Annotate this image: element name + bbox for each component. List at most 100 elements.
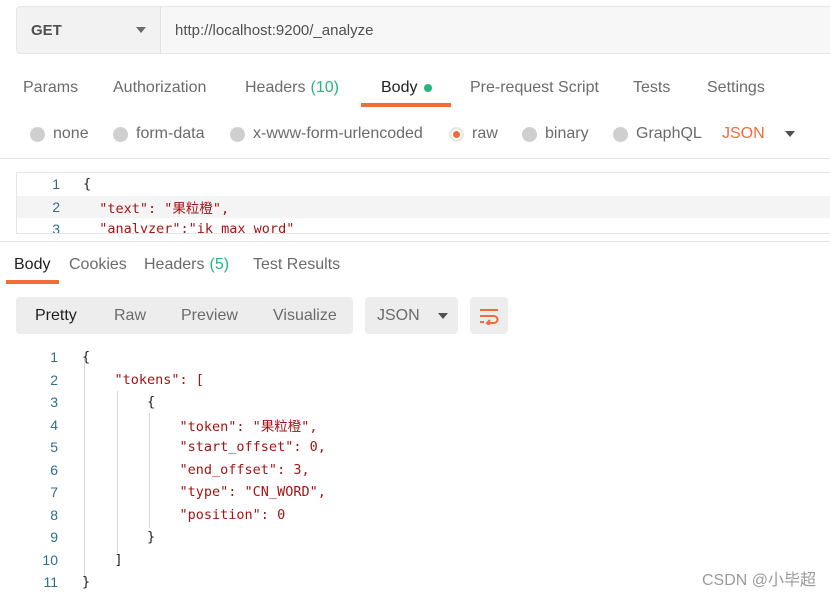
radio-label: GraphQL <box>636 125 702 142</box>
line-number: 10 <box>42 551 58 568</box>
tab-label: Tests <box>633 79 671 96</box>
code-text: "token": "果粒橙", <box>82 418 318 435</box>
active-tab-indicator <box>361 103 451 107</box>
line-number: 11 <box>43 574 58 591</box>
radio-icon <box>30 126 45 142</box>
response-tabs: Body Cookies Headers (5) Test Results <box>0 246 830 284</box>
tab-headers[interactable]: Headers (10) <box>245 66 339 110</box>
radio-label: none <box>53 125 89 142</box>
line-number: 1 <box>52 176 60 193</box>
code-line: 2 "tokens": [ <box>0 369 830 392</box>
tab-response-headers[interactable]: Headers (5) <box>144 246 229 284</box>
tab-label: Cookies <box>69 256 127 273</box>
tab-label: Params <box>23 79 79 96</box>
tab-tests[interactable]: Tests <box>633 66 670 110</box>
radio-none[interactable]: none <box>30 114 89 154</box>
divider <box>0 241 830 242</box>
tab-label: Body <box>14 256 51 273</box>
wrap-lines-icon <box>480 308 499 325</box>
request-url-bar: GET http://localhost:9200/_analyze <box>16 6 830 54</box>
view-raw-button[interactable]: Raw <box>114 297 146 334</box>
code-text: { <box>82 394 156 411</box>
tab-label: Headers <box>245 79 306 96</box>
tab-authorization[interactable]: Authorization <box>113 66 206 110</box>
url-input[interactable]: http://localhost:9200/_analyze <box>161 7 830 53</box>
radio-form-data[interactable]: form-data <box>113 114 204 154</box>
headers-count: (10) <box>310 79 339 96</box>
tab-label: Body <box>381 79 418 96</box>
line-number: 8 <box>50 506 58 523</box>
divider <box>0 158 830 159</box>
tab-settings[interactable]: Settings <box>707 66 765 110</box>
radio-x-www-form-urlencoded[interactable]: x-www-form-urlencoded <box>230 114 423 154</box>
raw-language-select[interactable]: JSON <box>722 114 795 154</box>
code-text: "text": "果粒橙", <box>83 200 230 217</box>
line-number: 7 <box>50 484 58 501</box>
radio-icon <box>522 126 537 142</box>
tab-label: Pre-request Script <box>470 79 599 96</box>
radio-binary[interactable]: binary <box>522 114 589 154</box>
line-number: 9 <box>50 529 58 546</box>
code-line: 2 "text": "果粒橙", <box>17 195 830 218</box>
code-line: 6 "end_offset": 3, <box>0 459 830 482</box>
wrap-lines-button[interactable] <box>470 297 508 334</box>
watermark: CSDN @小毕超 <box>701 572 816 589</box>
code-line: 8 "position": 0 <box>0 504 830 527</box>
body-type-options: none form-data x-www-form-urlencoded raw… <box>0 114 830 154</box>
code-text: { <box>82 349 91 366</box>
view-pretty-button[interactable]: Pretty <box>35 297 77 334</box>
tab-pre-request-script[interactable]: Pre-request Script <box>470 66 599 110</box>
code-line: 3 { <box>0 391 830 414</box>
code-line: 1 { <box>17 173 830 196</box>
tab-label: Headers <box>144 256 205 273</box>
code-line: 3 "analyzer":"ik_max_word" <box>17 218 830 234</box>
tab-label: Test Results <box>253 256 341 273</box>
view-preview-button[interactable]: Preview <box>181 297 238 334</box>
view-mode-group: Pretty Raw Preview Visualize <box>16 297 353 334</box>
chevron-down-icon <box>784 131 795 137</box>
tab-test-results[interactable]: Test Results <box>253 246 340 284</box>
code-text: "analyzer":"ik_max_word" <box>83 221 295 234</box>
headers-count: (5) <box>209 256 230 273</box>
radio-graphql[interactable]: GraphQL <box>613 114 702 154</box>
radio-label: form-data <box>136 125 205 142</box>
line-number: 6 <box>50 461 58 478</box>
radio-selected-icon <box>449 126 464 142</box>
code-line: 7 "type": "CN_WORD", <box>0 481 830 504</box>
radio-icon <box>230 126 245 142</box>
tab-label: Authorization <box>113 79 207 96</box>
response-language-label: JSON <box>377 306 420 324</box>
radio-raw[interactable]: raw <box>449 114 498 154</box>
response-language-select[interactable]: JSON <box>365 297 458 334</box>
code-line: 9 } <box>0 526 830 549</box>
radio-icon <box>613 126 628 142</box>
request-body-editor[interactable]: 1 { 2 "text": "果粒橙", 3 "analyzer":"ik_ma… <box>16 172 830 234</box>
code-text: "tokens": [ <box>82 371 204 388</box>
code-text: "position": 0 <box>82 506 286 523</box>
status-dot-icon <box>424 84 433 92</box>
code-line: 4 "token": "果粒橙", <box>0 414 830 437</box>
chevron-down-icon <box>136 27 146 33</box>
code-text: "end_offset": 3, <box>82 461 310 478</box>
line-number: 4 <box>50 416 58 433</box>
radio-label: binary <box>545 125 589 142</box>
method-select[interactable]: GET <box>17 7 161 53</box>
radio-label: x-www-form-urlencoded <box>253 125 423 142</box>
radio-icon <box>113 126 128 142</box>
code-text: } <box>82 574 91 591</box>
chevron-down-icon <box>437 312 448 319</box>
code-line: 5 "start_offset": 0, <box>0 436 830 459</box>
code-line: 1{ <box>0 346 830 369</box>
tab-params[interactable]: Params <box>23 66 78 110</box>
tab-cookies[interactable]: Cookies <box>69 246 127 284</box>
active-tab-indicator <box>6 280 59 284</box>
tab-response-body[interactable]: Body <box>14 246 50 284</box>
radio-label: raw <box>472 125 498 142</box>
line-number: 2 <box>50 371 58 388</box>
tab-label: Settings <box>707 79 765 96</box>
raw-language-label: JSON <box>722 125 765 142</box>
line-number: 2 <box>52 198 60 215</box>
line-number: 1 <box>50 349 58 366</box>
view-visualize-button[interactable]: Visualize <box>273 297 337 334</box>
line-number: 3 <box>52 221 60 234</box>
